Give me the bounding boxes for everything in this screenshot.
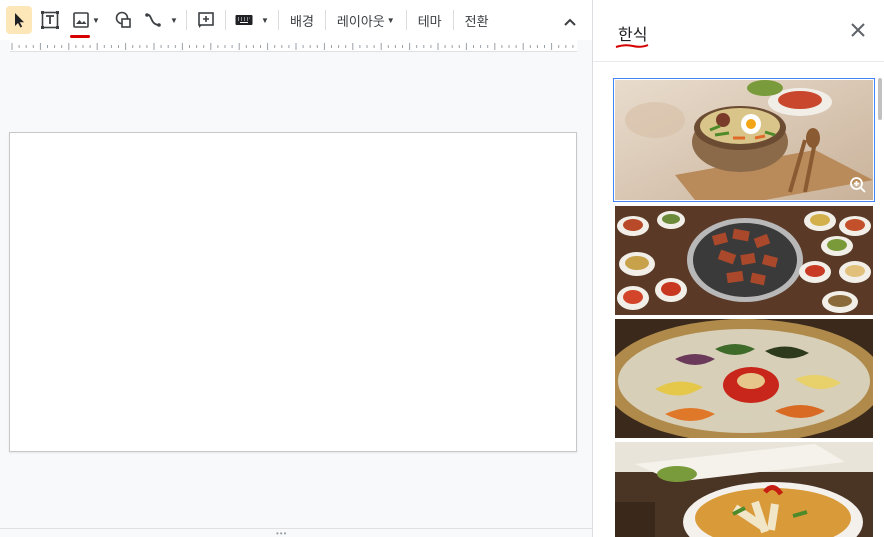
add-comment-icon [198, 12, 214, 28]
close-panel-button[interactable] [848, 20, 868, 40]
textbox-icon [41, 11, 59, 29]
input-tools-button[interactable]: ▼ [232, 6, 272, 34]
image-result[interactable] [615, 442, 873, 537]
toolbar: ▼ ▼ ▼ 배경 레이아웃 ▼ 테마 전환 [0, 0, 592, 40]
image-dropdown-caret-icon[interactable]: ▼ [92, 16, 100, 25]
image-icon [73, 12, 89, 28]
zoom-in-icon[interactable] [849, 176, 867, 194]
toolbar-divider [225, 10, 226, 30]
line-icon [145, 13, 161, 27]
bibimbap-stone-bowl-image [615, 80, 873, 200]
line-tool-button[interactable]: ▼ [142, 6, 180, 34]
chevron-up-icon [564, 18, 576, 26]
slide-canvas[interactable] [9, 132, 577, 452]
image-results-list [613, 78, 879, 537]
ruler-ticks [11, 43, 574, 50]
cursor-arrow-icon [15, 13, 24, 28]
select-tool-button[interactable] [6, 6, 32, 34]
image-result[interactable] [613, 78, 875, 202]
line-dropdown-caret-icon[interactable]: ▼ [170, 16, 178, 25]
search-query-title[interactable]: 한식 [618, 21, 647, 45]
textbox-tool-button[interactable] [36, 6, 64, 34]
image-search-panel: 한식 [592, 0, 884, 537]
bibimbap-brass-bowl-image [615, 319, 873, 438]
image-tool-red-underline [70, 35, 90, 38]
keyboard-icon [235, 15, 253, 25]
drag-handle-icon[interactable]: ••• [276, 530, 287, 537]
panel-header: 한식 [593, 0, 884, 62]
shape-tool-button[interactable] [110, 6, 138, 34]
speaker-notes-divider[interactable]: ••• [0, 528, 592, 537]
toolbar-divider [186, 10, 187, 30]
korean-bbq-grill-image [615, 206, 873, 315]
theme-button[interactable]: 테마 [413, 6, 447, 34]
spelling-underline-icon [615, 44, 649, 48]
toolbar-divider [324, 10, 326, 30]
image-result[interactable] [615, 206, 873, 315]
image-tool-button[interactable]: ▼ [68, 6, 104, 38]
transition-button[interactable]: 전환 [460, 6, 494, 34]
close-icon [851, 23, 865, 37]
horizontal-ruler[interactable] [10, 40, 577, 52]
toolbar-divider [452, 10, 454, 30]
input-tools-caret-icon[interactable]: ▼ [261, 16, 269, 25]
collapse-toolbar-button[interactable] [558, 8, 582, 36]
toolbar-divider [278, 10, 279, 30]
shape-icon [115, 11, 131, 28]
image-result[interactable] [615, 319, 873, 438]
layout-button[interactable]: 레이아웃 ▼ [332, 6, 400, 34]
slides-editor: ▼ ▼ ▼ 배경 레이아웃 ▼ 테마 전환 ••• 한식 [0, 0, 884, 537]
layout-caret-icon: ▼ [386, 15, 395, 25]
layout-button-label: 레이아웃 [336, 13, 385, 29]
toolbar-divider [405, 10, 407, 30]
background-button[interactable]: 배경 [285, 6, 319, 34]
noodle-soup-image [615, 442, 873, 537]
add-comment-button[interactable] [193, 6, 219, 34]
slide-canvas-area [0, 52, 592, 537]
